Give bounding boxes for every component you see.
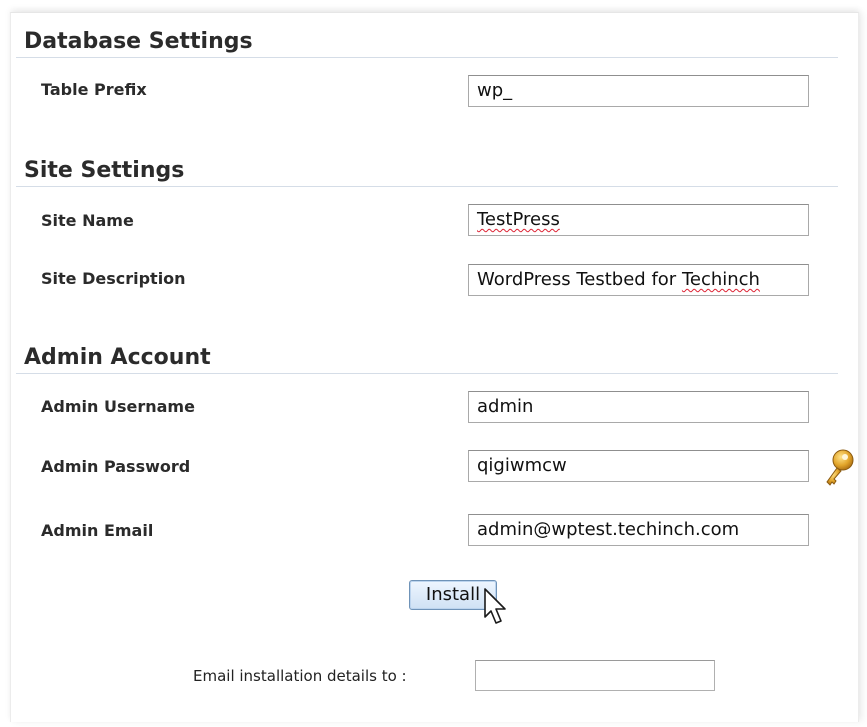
site-name-input[interactable]: TestPress [468, 204, 809, 236]
section-title-database-settings: Database Settings [16, 26, 838, 58]
admin-username-label: Admin Username [41, 397, 195, 416]
section-title-admin-account: Admin Account [16, 342, 838, 374]
admin-email-label: Admin Email [41, 521, 154, 540]
site-name-value: TestPress [477, 209, 560, 230]
email-details-input[interactable] [475, 660, 715, 691]
admin-username-input[interactable]: admin [468, 391, 809, 423]
section-title-site-settings: Site Settings [16, 155, 838, 187]
admin-password-input[interactable]: qigiwmcw [468, 450, 809, 482]
key-icon[interactable] [822, 448, 856, 490]
site-description-input[interactable]: WordPress Testbed for Techinch [468, 264, 809, 296]
site-description-label: Site Description [41, 269, 186, 288]
admin-password-label: Admin Password [41, 457, 191, 476]
site-description-value-end: Techinch [681, 269, 760, 290]
mouse-cursor-icon [484, 588, 506, 624]
table-prefix-label: Table Prefix [41, 80, 147, 99]
table-prefix-input[interactable]: wp_ [468, 75, 809, 107]
site-description-value-start: WordPress Testbed for [477, 269, 682, 290]
site-name-label: Site Name [41, 211, 134, 230]
email-details-label: Email installation details to : [193, 667, 407, 685]
admin-email-input[interactable]: admin@wptest.techinch.com [468, 514, 809, 546]
